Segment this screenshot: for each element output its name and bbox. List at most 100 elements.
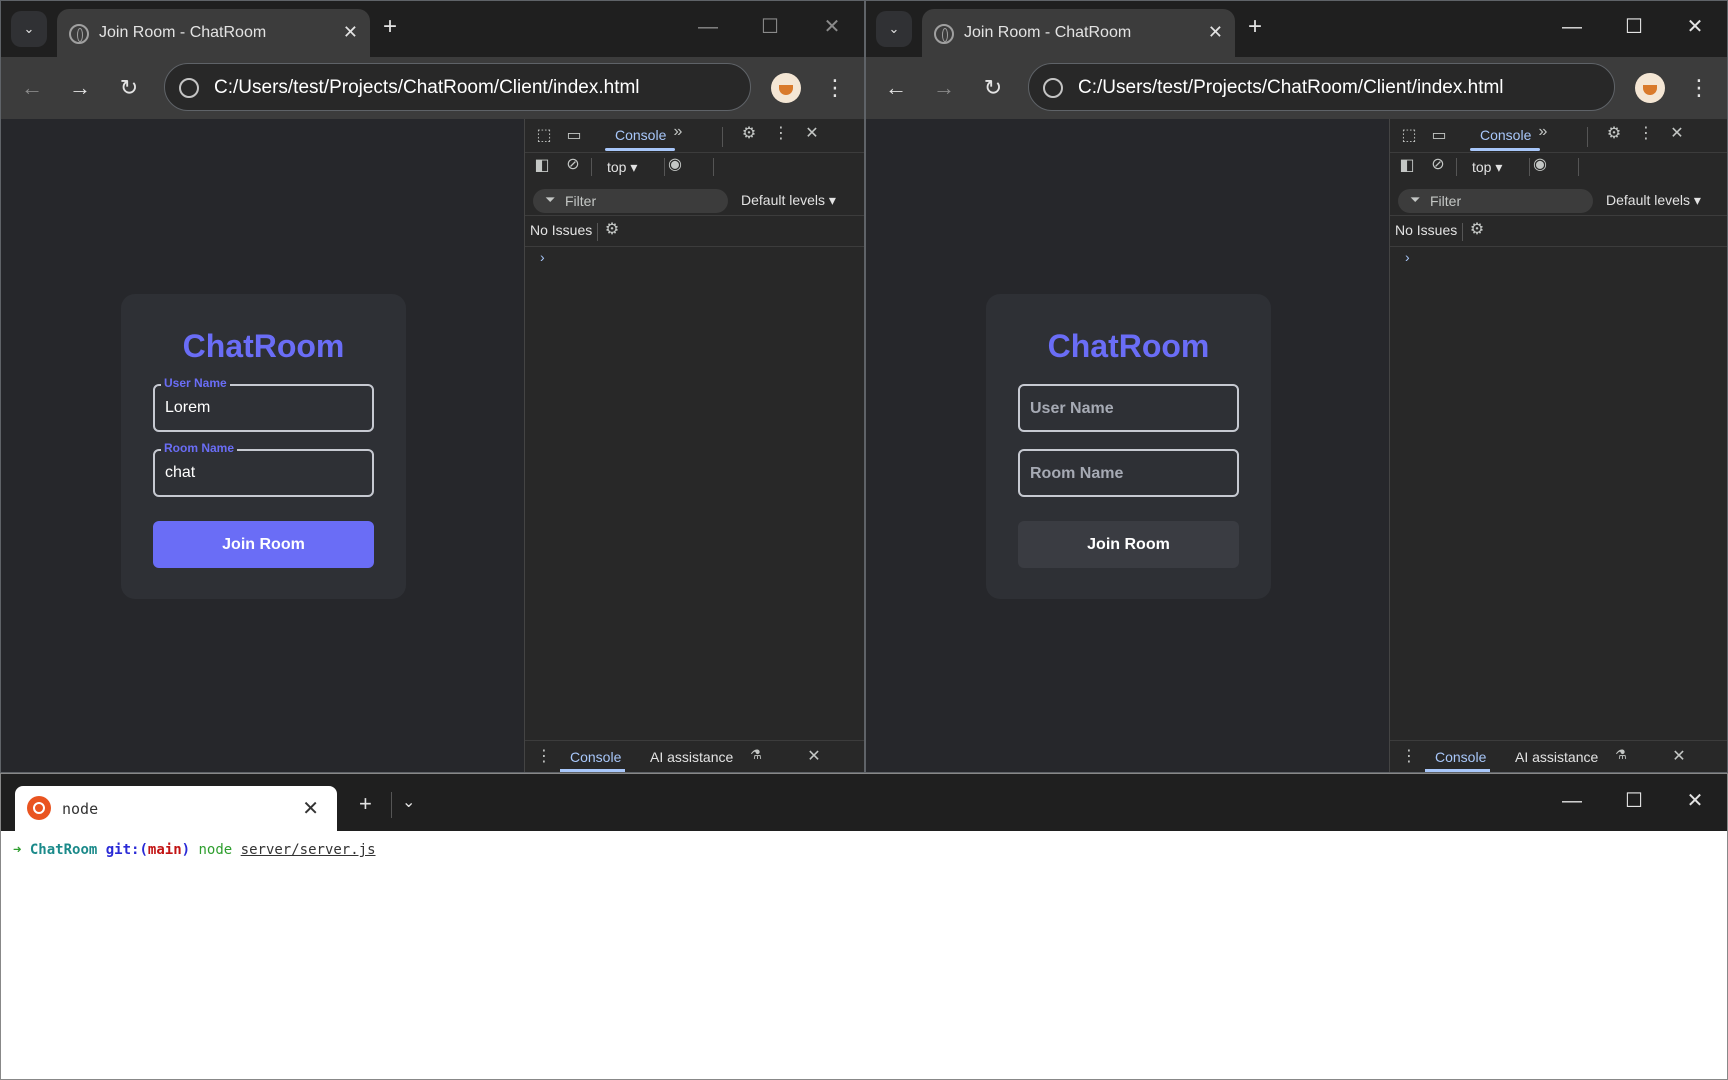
log-levels-select[interactable]: Default levels ▾ [741, 192, 836, 209]
app-title: ChatRoom [1047, 328, 1210, 364]
gear-icon[interactable]: ⚙ [601, 219, 623, 239]
terminal-tab[interactable]: node ✕ [15, 786, 337, 831]
chevron-down-icon[interactable]: ⌄ [402, 792, 415, 812]
back-button[interactable]: ← [880, 72, 912, 104]
eye-icon[interactable]: ◉ [664, 154, 686, 174]
tab-strip: ⌄ Join Room - ChatRoom ✕ + — ☐ ✕ [866, 1, 1727, 57]
close-icon[interactable]: ✕ [1666, 123, 1688, 143]
profile-avatar[interactable] [1635, 73, 1665, 103]
forward-button[interactable]: → [64, 72, 96, 104]
reload-button[interactable]: ↻ [113, 72, 145, 104]
gear-icon[interactable]: ⚙ [1603, 123, 1625, 143]
browser-tab[interactable]: Join Room - ChatRoom ✕ [57, 9, 370, 57]
kebab-menu-icon[interactable]: ⋮ [824, 72, 846, 104]
address-bar[interactable]: C:/Users/test/Projects/ChatRoom/Client/i… [164, 63, 751, 111]
maximize-button[interactable]: ☐ [1619, 787, 1649, 815]
arrow-left-icon: ← [885, 75, 907, 100]
back-button[interactable]: ← [16, 72, 48, 104]
minimize-button[interactable]: — [1557, 787, 1587, 815]
address-bar[interactable]: C:/Users/test/Projects/ChatRoom/Client/i… [1028, 63, 1615, 111]
gear-icon[interactable]: ⚙ [738, 123, 760, 143]
more-tabs-icon[interactable]: » [667, 123, 689, 141]
forward-button[interactable]: → [928, 72, 960, 104]
close-icon[interactable]: ✕ [803, 746, 825, 766]
close-icon[interactable]: ✕ [302, 796, 319, 821]
browser-window-right: ⌄ Join Room - ChatRoom ✕ + — ☐ ✕ ← → ↻ C… [865, 0, 1728, 773]
eye-icon[interactable]: ◉ [1529, 154, 1551, 174]
maximize-button[interactable]: ☐ [1619, 13, 1649, 41]
terminal-window: node ✕ + ⌄ — ☐ ✕ ➜ ChatRoom git:(main) n… [0, 773, 1728, 1080]
tab-search-button[interactable]: ⌄ [876, 11, 912, 47]
terminal-tab-title: node [62, 800, 99, 818]
clear-console-icon[interactable]: ⊘ [562, 154, 584, 174]
maximize-button[interactable]: ☐ [755, 13, 785, 41]
user-name-field[interactable]: User Name Lorem [153, 376, 374, 432]
join-card: ChatRoom User Name Room Name Join Room [986, 294, 1271, 599]
minimize-button[interactable]: — [693, 13, 723, 41]
flask-icon: ⚗ [1615, 747, 1627, 762]
device-toolbar-icon[interactable]: ▭ [1428, 125, 1450, 145]
arrow-right-icon: → [69, 75, 91, 100]
context-select[interactable]: top ▾ [1472, 159, 1502, 176]
console-prompt[interactable]: › [540, 249, 545, 265]
drawer-tab-console[interactable]: Console [1435, 749, 1486, 765]
kebab-menu-icon[interactable]: ⋮ [1688, 72, 1710, 104]
minimize-button[interactable]: — [1557, 13, 1587, 41]
kebab-menu-icon[interactable]: ⋮ [533, 746, 555, 766]
join-room-button[interactable]: Join Room [1018, 521, 1239, 568]
page-viewport: ChatRoom User Name Room Name Join Room [866, 119, 1389, 772]
tab-search-button[interactable]: ⌄ [11, 11, 47, 47]
drawer-tab-ai-assistance[interactable]: AI assistance [1515, 749, 1598, 765]
tab-console[interactable]: Console [615, 127, 666, 143]
filter-input[interactable]: ⏷ Filter [1398, 189, 1593, 213]
sidebar-toggle-icon[interactable]: ◧ [531, 155, 553, 175]
app-title: ChatRoom [182, 328, 345, 364]
url-text: C:/Users/test/Projects/ChatRoom/Client/i… [214, 77, 640, 98]
drawer-tab-console[interactable]: Console [570, 749, 621, 765]
filter-input[interactable]: ⏷ Filter [533, 189, 728, 213]
room-name-field[interactable]: Room Name chat [153, 441, 374, 497]
profile-avatar[interactable] [771, 73, 801, 103]
issues-status[interactable]: No Issues [530, 222, 592, 238]
kebab-menu-icon[interactable]: ⋮ [1635, 123, 1657, 143]
globe-icon[interactable] [1043, 78, 1063, 98]
device-toolbar-icon[interactable]: ▭ [563, 125, 585, 145]
more-tabs-icon[interactable]: » [1532, 123, 1554, 141]
browser-tab[interactable]: Join Room - ChatRoom ✕ [922, 9, 1235, 57]
gear-icon[interactable]: ⚙ [1466, 219, 1488, 239]
inspect-icon[interactable]: ⬚ [533, 125, 555, 145]
context-select[interactable]: top ▾ [607, 159, 637, 176]
kebab-menu-icon[interactable]: ⋮ [770, 123, 792, 143]
globe-icon[interactable] [179, 78, 199, 98]
user-name-placeholder: User Name [1030, 400, 1114, 417]
room-name-field[interactable]: Room Name [1018, 449, 1239, 497]
console-prompt[interactable]: › [1405, 249, 1410, 265]
flask-icon: ⚗ [750, 747, 762, 762]
issues-status[interactable]: No Issues [1395, 222, 1457, 238]
new-tab-button[interactable]: + [1248, 13, 1262, 41]
sidebar-toggle-icon[interactable]: ◧ [1396, 155, 1418, 175]
tab-close-icon[interactable]: ✕ [343, 22, 358, 43]
user-name-value: Lorem [165, 399, 211, 416]
drawer-tab-ai-assistance[interactable]: AI assistance [650, 749, 733, 765]
clear-console-icon[interactable]: ⊘ [1427, 154, 1449, 174]
close-icon[interactable]: ✕ [801, 123, 823, 143]
terminal-prompt-line[interactable]: ➜ ChatRoom git:(main) node server/server… [13, 842, 376, 858]
close-icon[interactable]: ✕ [1668, 746, 1690, 766]
tab-close-icon[interactable]: ✕ [1208, 22, 1223, 43]
join-room-button[interactable]: Join Room [153, 521, 374, 568]
new-tab-button[interactable]: + [383, 13, 397, 41]
command-name: node [198, 842, 233, 858]
divider [722, 127, 723, 147]
close-window-button[interactable]: ✕ [817, 13, 847, 41]
user-name-field[interactable]: User Name [1018, 384, 1239, 432]
new-terminal-tab-button[interactable]: + [359, 791, 372, 817]
close-window-button[interactable]: ✕ [1680, 13, 1710, 41]
divider [1578, 158, 1579, 176]
inspect-icon[interactable]: ⬚ [1398, 125, 1420, 145]
kebab-menu-icon[interactable]: ⋮ [1398, 746, 1420, 766]
log-levels-select[interactable]: Default levels ▾ [1606, 192, 1701, 209]
close-window-button[interactable]: ✕ [1680, 787, 1710, 815]
reload-button[interactable]: ↻ [977, 72, 1009, 104]
tab-console[interactable]: Console [1480, 127, 1531, 143]
